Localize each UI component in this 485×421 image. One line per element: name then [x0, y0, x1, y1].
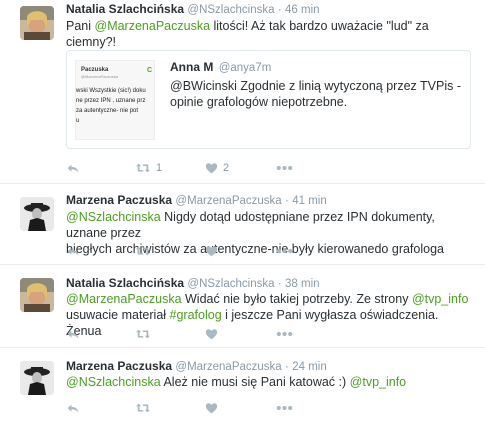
- quoted-media-thumbnail[interactable]: Paczuska @MarzenaPaczuska wski Wszystkie…: [75, 60, 155, 140]
- tweet-3[interactable]: Natalia Szlachcińska @NSzlachcinska · 38…: [0, 266, 485, 348]
- tweet-actions: [66, 326, 293, 342]
- like-button[interactable]: [205, 326, 245, 342]
- heart-icon: [205, 162, 218, 175]
- heart-icon: [205, 328, 218, 341]
- heart-icon: [205, 245, 218, 258]
- thumb-line: ne przez IPN , uznane prz: [76, 98, 146, 104]
- reply-button[interactable]: [66, 400, 82, 416]
- timestamp[interactable]: 38 min: [285, 278, 320, 290]
- heart-icon: [205, 402, 218, 415]
- retweet-button[interactable]: [135, 326, 175, 342]
- author-handle[interactable]: @MarzenaPaczuska: [175, 195, 281, 207]
- mention-link[interactable]: @tvp_info: [412, 292, 468, 306]
- thumb-line: za autentyczne- nie pot: [76, 108, 139, 114]
- more-icon: [276, 405, 293, 411]
- text-segment: Widać nie było takiej potrzeby. Ze stron…: [181, 292, 412, 306]
- reply-button[interactable]: [66, 160, 82, 176]
- avatar[interactable]: [20, 361, 54, 395]
- author-handle[interactable]: @MarzenaPaczuska: [175, 361, 281, 373]
- mention-link[interactable]: @NSzlachcinska: [66, 375, 161, 389]
- separator-dot: ·: [285, 195, 289, 207]
- tweet-header: Marzena Paczuska @MarzenaPaczuska · 24 m…: [66, 359, 473, 375]
- timestamp[interactable]: 24 min: [292, 361, 327, 373]
- more-button[interactable]: [276, 243, 293, 259]
- author-name[interactable]: Natalia Szlachcińska: [66, 2, 184, 16]
- quoted-header: Anna M @anya7m: [170, 60, 271, 74]
- retweet-icon: [135, 327, 151, 341]
- mention-link[interactable]: @MarzenaPaczuska: [95, 19, 211, 33]
- more-icon: [276, 165, 293, 171]
- more-button[interactable]: [276, 400, 293, 416]
- more-button[interactable]: [276, 326, 293, 342]
- quoted-tweet[interactable]: Paczuska @MarzenaPaczuska wski Wszystkie…: [66, 50, 471, 149]
- separator-dot: ·: [285, 361, 289, 373]
- text-segment: usuwacie materiał: [66, 308, 170, 322]
- author-name[interactable]: Natalia Szlachcińska: [66, 276, 184, 290]
- more-icon: [276, 248, 293, 254]
- thumb-side-letter: C: [147, 67, 153, 74]
- tweet-actions: [66, 400, 293, 416]
- retweet-button[interactable]: [135, 400, 175, 416]
- tweet-text: Pani @MarzenaPaczuska litości! Aż tak ba…: [66, 18, 473, 50]
- avatar[interactable]: [20, 197, 54, 231]
- reply-icon: [66, 162, 80, 175]
- mention-link[interactable]: @NSzlachcinska: [66, 210, 161, 224]
- tweet-4[interactable]: Marzena Paczuska @MarzenaPaczuska · 24 m…: [0, 349, 485, 421]
- thumb-text: wski Wszystkie (sic!) doku ne przez IPN …: [76, 86, 154, 126]
- tweet-header: Marzena Paczuska @MarzenaPaczuska · 41 m…: [66, 193, 473, 209]
- like-count: 2: [223, 162, 230, 174]
- retweet-count: 1: [156, 162, 163, 174]
- text-line: @MarzenaPaczuska Widać nie było takiej p…: [66, 291, 473, 307]
- thumb-title: Paczuska: [81, 67, 109, 73]
- thumb-line: u: [76, 118, 80, 124]
- tweet-text: @NSzlachcinska Ależ nie musi się Pani ka…: [66, 374, 473, 390]
- quoted-author-handle[interactable]: @anya7m: [219, 62, 272, 74]
- timestamp[interactable]: 46 min: [285, 4, 320, 16]
- text-segment: Pani: [66, 19, 95, 33]
- author-name[interactable]: Marzena Paczuska: [66, 193, 172, 207]
- thumb-line: wski Wszystkie (sic!) doku: [76, 88, 146, 94]
- avatar[interactable]: [20, 278, 54, 312]
- separator-dot: ·: [277, 278, 282, 290]
- tweet-header: Natalia Szlachcińska @NSzlachcinska · 46…: [66, 2, 473, 18]
- tweet-1[interactable]: Natalia Szlachcińska @NSzlachcinska · 46…: [0, 0, 485, 184]
- mention-link[interactable]: @tvp_info: [350, 375, 406, 389]
- like-button[interactable]: [205, 400, 245, 416]
- retweet-button[interactable]: [135, 243, 175, 259]
- timestamp[interactable]: 41 min: [292, 195, 327, 207]
- retweet-icon: [135, 244, 151, 258]
- quoted-text: @BWicinski Zgodnie z linią wytyczoną prz…: [170, 79, 462, 109]
- author-handle[interactable]: @NSzlachcinska: [187, 4, 274, 16]
- more-icon: [276, 331, 293, 337]
- reply-button[interactable]: [66, 243, 82, 259]
- quoted-author-name[interactable]: Anna M: [170, 60, 213, 74]
- hashtag-link[interactable]: #grafolog: [170, 308, 222, 322]
- like-button[interactable]: [205, 243, 245, 259]
- retweet-icon: [135, 161, 151, 175]
- retweet-icon: [135, 401, 151, 415]
- separator-dot: ·: [277, 4, 282, 16]
- retweet-button[interactable]: 1: [135, 160, 175, 176]
- reply-icon: [66, 402, 80, 415]
- reply-button[interactable]: [66, 326, 82, 342]
- reply-icon: [66, 328, 80, 341]
- thumb-subtitle: @MarzenaPaczuska: [81, 74, 118, 79]
- mention-link[interactable]: @MarzenaPaczuska: [66, 292, 182, 306]
- tweet-actions: 1 2: [66, 160, 293, 176]
- like-button[interactable]: 2: [205, 160, 245, 176]
- tweet-actions: [66, 243, 293, 259]
- tweet-header: Natalia Szlachcińska @NSzlachcinska · 38…: [66, 276, 473, 292]
- tweet-2[interactable]: Marzena Paczuska @MarzenaPaczuska · 41 m…: [0, 185, 485, 265]
- reply-icon: [66, 245, 80, 258]
- avatar[interactable]: [20, 6, 54, 40]
- text-line: @NSzlachcinska Nigdy dotąd udostępniane …: [66, 209, 473, 241]
- author-handle[interactable]: @NSzlachcinska: [187, 278, 274, 290]
- author-name[interactable]: Marzena Paczuska: [66, 359, 172, 373]
- more-button[interactable]: [276, 160, 293, 176]
- text-segment: Ależ nie musi się Pani katować :): [160, 375, 350, 389]
